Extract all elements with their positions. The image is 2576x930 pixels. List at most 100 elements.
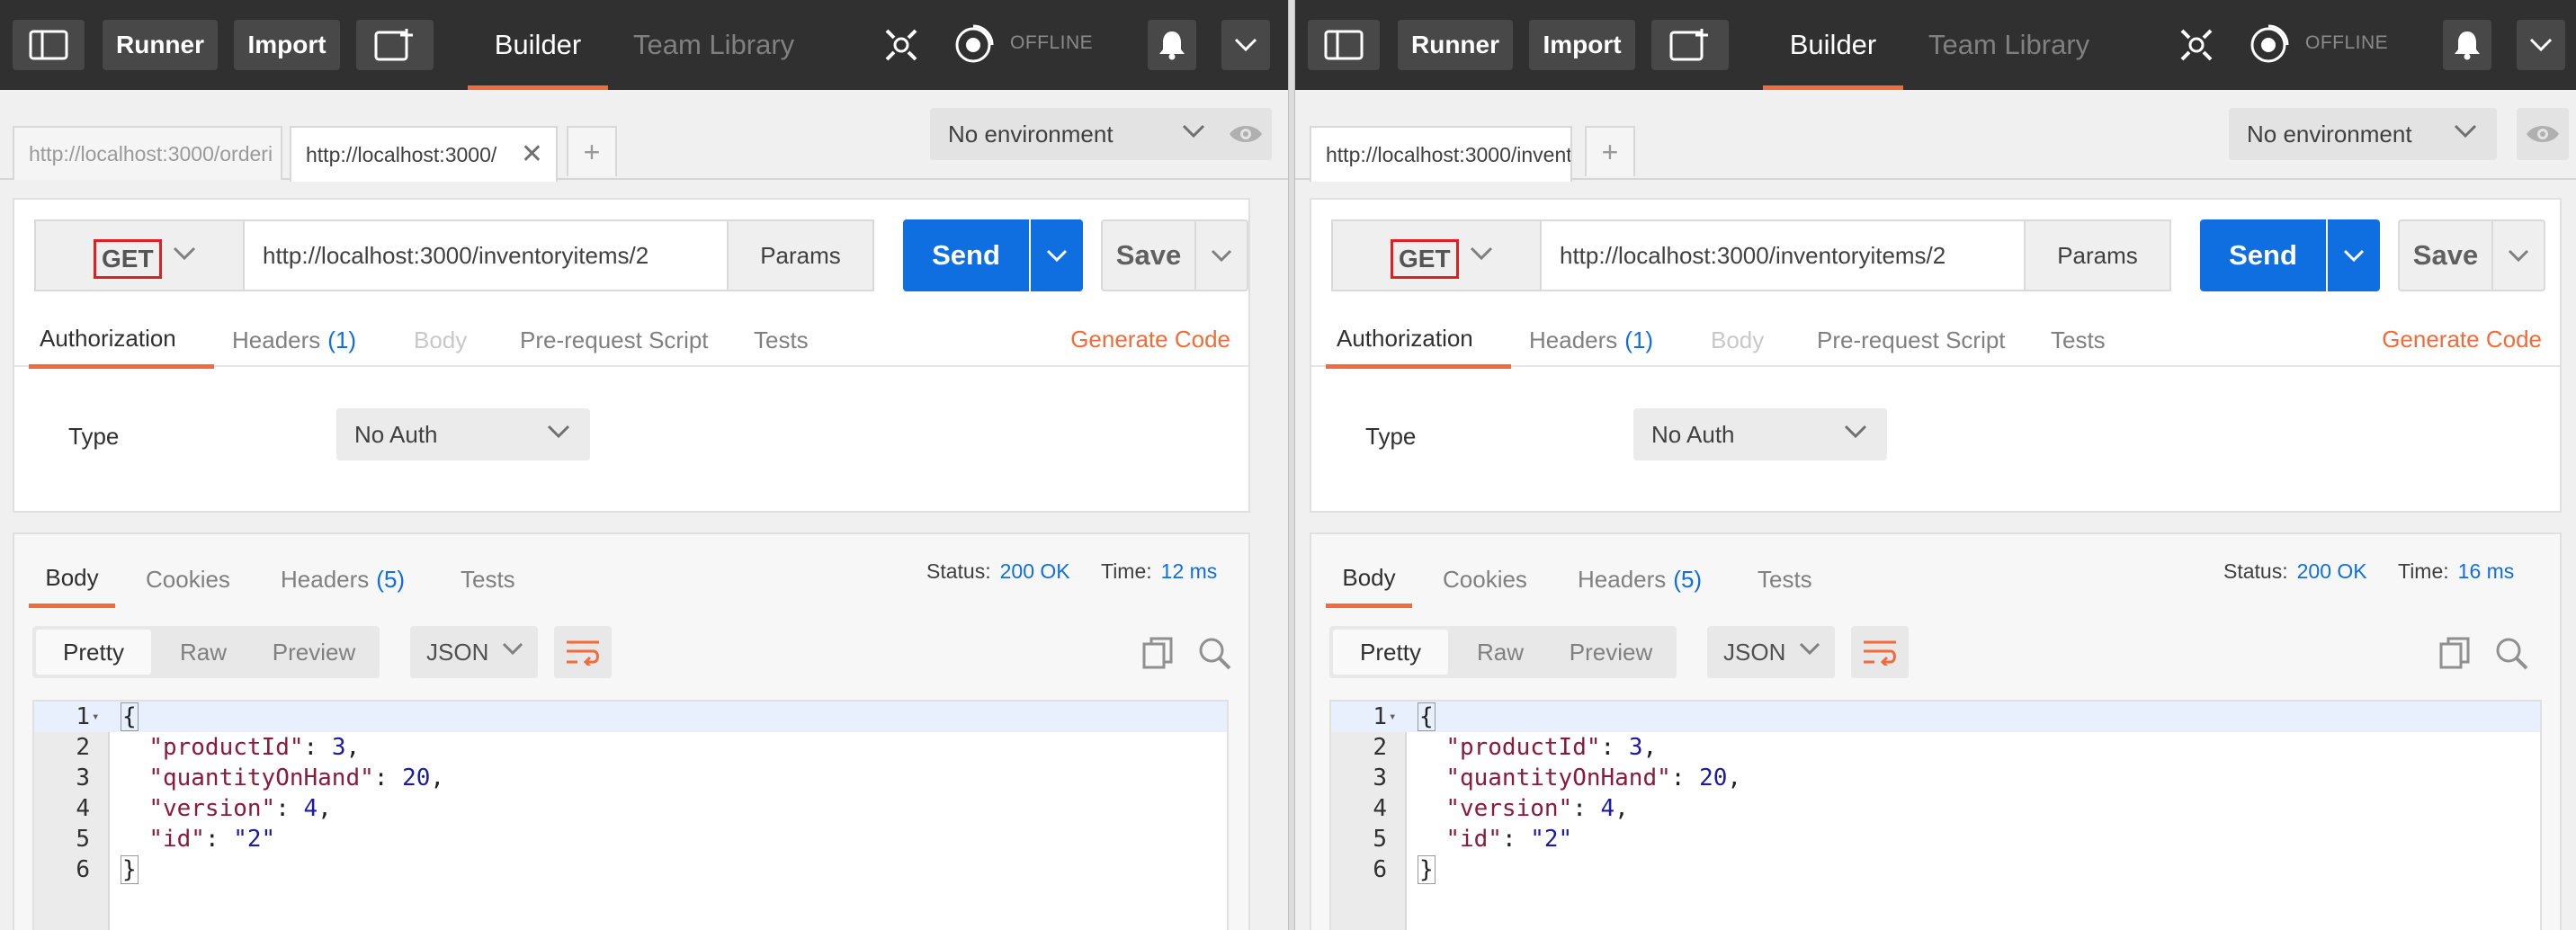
tab-builder[interactable]: Builder: [468, 0, 608, 90]
generate-code-link[interactable]: Generate Code: [1070, 326, 1230, 353]
method-label: GET: [1391, 239, 1459, 279]
auth-type-label: Type: [1365, 423, 1417, 450]
time-value: 12 ms: [1160, 559, 1218, 583]
tab-authorization[interactable]: Authorization: [1326, 313, 1511, 369]
send-button[interactable]: Send: [2200, 219, 2326, 291]
tab-pre-request-script[interactable]: Pre-request Script: [1817, 313, 2006, 367]
response-time: Time: 12 ms: [1101, 559, 1217, 584]
satellite-sync-icon[interactable]: [2175, 23, 2218, 67]
code-line: 3 "quantityOnHand": 20,: [34, 763, 1227, 793]
generate-code-link[interactable]: Generate Code: [2382, 326, 2542, 353]
tab-body[interactable]: Body: [414, 313, 467, 367]
interceptor-icon[interactable]: [2247, 23, 2290, 67]
tab-team-library[interactable]: Team Library: [1928, 0, 2089, 90]
response-body-editor[interactable]: 1 ▾ { 2 "productId": 3, 3 "quantityOnHan…: [1329, 700, 2542, 930]
fold-arrow-icon[interactable]: ▾: [92, 702, 99, 732]
tab-response-body[interactable]: Body: [1326, 552, 1412, 608]
tab-response-headers[interactable]: Headers (5): [281, 552, 405, 606]
top-bar: Runner Import Builder Team Library OFFLI…: [0, 0, 1288, 90]
notifications-button[interactable]: [2443, 20, 2491, 70]
app-menu-button[interactable]: [2517, 20, 2565, 70]
notifications-button[interactable]: [1148, 20, 1196, 70]
app-menu-button[interactable]: [1221, 20, 1270, 70]
url-input[interactable]: http://localhost:3000/inventoryitems/2: [1540, 219, 2026, 291]
runner-button[interactable]: Runner: [103, 20, 218, 70]
save-button[interactable]: Save: [1101, 219, 1196, 291]
tab-body[interactable]: Body: [1711, 313, 1764, 367]
sidebar-toggle-button[interactable]: [1308, 20, 1380, 70]
add-tab-button[interactable]: +: [1585, 126, 1635, 176]
tab-response-headers[interactable]: Headers (5): [1578, 552, 1702, 606]
sidebar-toggle-button[interactable]: [13, 20, 85, 70]
params-button[interactable]: Params: [729, 219, 874, 291]
wrap-lines-button[interactable]: [554, 626, 612, 678]
send-options-button[interactable]: [2328, 219, 2380, 291]
environment-select[interactable]: No environment: [930, 108, 1225, 160]
view-raw-button[interactable]: Raw: [151, 630, 255, 675]
import-button[interactable]: Import: [1529, 20, 1635, 70]
environment-quick-look-button[interactable]: [2517, 108, 2569, 160]
save-button[interactable]: Save: [2398, 219, 2493, 291]
tab-authorization[interactable]: Authorization: [29, 313, 214, 369]
tab-cookies[interactable]: Cookies: [146, 552, 230, 606]
environment-quick-look-button[interactable]: [1220, 108, 1272, 160]
save-options-button[interactable]: [1196, 219, 1248, 291]
json-key: "id": [1445, 826, 1502, 853]
tab-cookies[interactable]: Cookies: [1443, 552, 1527, 606]
format-select[interactable]: JSON: [410, 626, 538, 678]
tab-builder[interactable]: Builder: [1763, 0, 1903, 90]
close-icon[interactable]: ✕: [521, 139, 543, 170]
new-window-button[interactable]: [356, 20, 434, 70]
request-tab-active[interactable]: http://localhost:3000/invent: [1310, 126, 1572, 182]
response-body-editor[interactable]: 1 ▾ { 2 "productId": 3, 3 "quantityOnHan…: [32, 700, 1229, 930]
method-select[interactable]: GET: [1331, 219, 1540, 291]
wrap-lines-button[interactable]: [1851, 626, 1909, 678]
save-options-button[interactable]: [2493, 219, 2545, 291]
code-line: 1 ▾ {: [34, 702, 1227, 732]
new-window-icon: [374, 29, 413, 61]
copy-icon[interactable]: [1140, 635, 1176, 671]
postman-window-left: Runner Import Builder Team Library OFFLI…: [0, 0, 1288, 930]
tab-headers[interactable]: Headers (1): [1529, 313, 1653, 367]
view-pretty-button[interactable]: Pretty: [1333, 630, 1448, 675]
code-text: "quantityOnHand": 20,: [148, 765, 445, 791]
tab-response-body[interactable]: Body: [29, 552, 115, 608]
bell-icon: [2455, 31, 2480, 60]
copy-icon[interactable]: [2437, 635, 2473, 671]
code-text: }: [121, 854, 139, 885]
params-button[interactable]: Params: [2026, 219, 2171, 291]
tab-response-tests[interactable]: Tests: [1758, 552, 1812, 606]
tab-response-headers-label: Headers: [1578, 565, 1667, 593]
tab-tests[interactable]: Tests: [2051, 313, 2106, 367]
tab-tests[interactable]: Tests: [754, 313, 809, 367]
environment-select[interactable]: No environment: [2229, 108, 2497, 160]
send-button[interactable]: Send: [903, 219, 1029, 291]
view-preview-button[interactable]: Preview: [1552, 630, 1669, 675]
tab-response-tests[interactable]: Tests: [461, 552, 515, 606]
chevron-down-icon: [1182, 124, 1205, 139]
tab-team-library[interactable]: Team Library: [633, 0, 794, 90]
request-tab-active[interactable]: http://localhost:3000/ ✕: [290, 126, 558, 182]
interceptor-icon[interactable]: [952, 23, 995, 67]
new-window-button[interactable]: [1651, 20, 1729, 70]
search-icon[interactable]: [2493, 635, 2529, 671]
format-select[interactable]: JSON: [1707, 626, 1835, 678]
fold-arrow-icon[interactable]: ▾: [1389, 702, 1396, 732]
tab-pre-request-script[interactable]: Pre-request Script: [520, 313, 709, 367]
url-input[interactable]: http://localhost:3000/inventoryitems/2: [243, 219, 729, 291]
view-preview-button[interactable]: Preview: [255, 630, 372, 675]
auth-type-select[interactable]: No Auth: [1633, 408, 1887, 461]
auth-type-select[interactable]: No Auth: [336, 408, 590, 461]
code-text: "version": 4,: [1445, 795, 1629, 822]
import-button[interactable]: Import: [234, 20, 340, 70]
method-select[interactable]: GET: [34, 219, 243, 291]
runner-button[interactable]: Runner: [1398, 20, 1513, 70]
view-raw-button[interactable]: Raw: [1448, 630, 1552, 675]
send-options-button[interactable]: [1031, 219, 1083, 291]
tab-headers[interactable]: Headers (1): [232, 313, 356, 367]
search-icon[interactable]: [1196, 635, 1232, 671]
add-tab-button[interactable]: +: [567, 126, 617, 176]
view-pretty-button[interactable]: Pretty: [36, 630, 151, 675]
satellite-sync-icon[interactable]: [880, 23, 923, 67]
request-tab[interactable]: http://localhost:3000/orderi: [13, 126, 282, 180]
